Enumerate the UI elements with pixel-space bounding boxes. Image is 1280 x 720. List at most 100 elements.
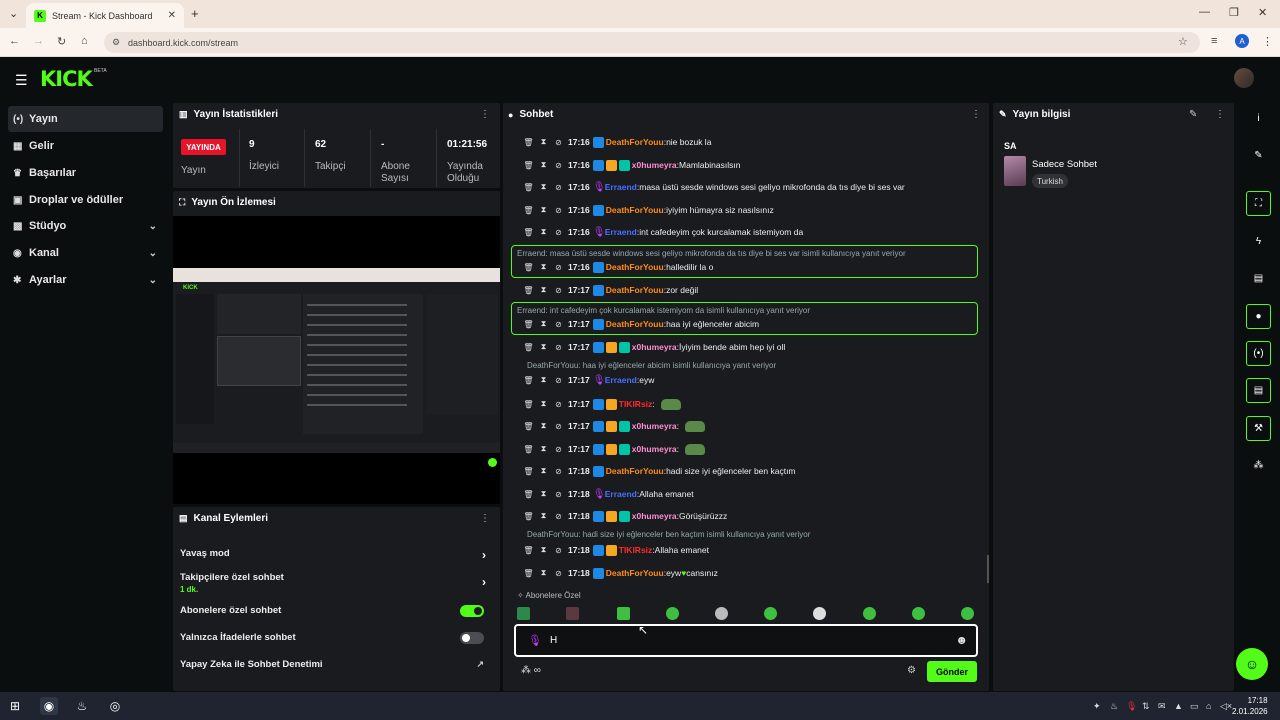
ban-icon[interactable]: ⊘ <box>553 467 564 476</box>
chat-message[interactable]: 🗑 ⧗ ⊘ 17:18 x0humeyra: Görüşürüzzz <box>523 507 983 525</box>
ban-icon[interactable]: ⊘ <box>553 445 564 454</box>
tray-app-icon[interactable]: ✦ <box>1093 701 1101 712</box>
timeout-icon[interactable]: ⧗ <box>538 342 549 352</box>
emote-button[interactable] <box>813 607 826 620</box>
ban-icon[interactable]: ⊘ <box>553 138 564 147</box>
tray-network-icon[interactable]: ⌂ <box>1206 701 1211 711</box>
ai-moderation-row[interactable]: Yapay Zeka ile Sohbet Denetimi ↗ <box>180 659 492 670</box>
timeout-icon[interactable]: ⧗ <box>538 568 549 578</box>
chevron-right-icon[interactable]: › <box>482 548 486 562</box>
chat-settings-icon[interactable]: ⚙ <box>907 665 916 676</box>
emoji-picker-icon[interactable]: ☻ <box>955 633 968 647</box>
url-field[interactable]: ⚙ dashboard.kick.com/stream <box>104 32 1200 53</box>
info-icon[interactable]: i <box>1246 106 1271 131</box>
message-username[interactable]: x0humeyra <box>632 342 677 352</box>
windows-start-icon[interactable]: ⊞ <box>6 697 24 715</box>
maximize-icon[interactable]: ❐ <box>1229 6 1239 19</box>
tray-monitor-icon[interactable]: ▭ <box>1190 701 1199 712</box>
bookmark-star-icon[interactable]: ☆ <box>1178 35 1188 48</box>
profile-avatar[interactable]: A <box>1235 34 1249 48</box>
hamburger-menu-icon[interactable]: ☰ <box>15 72 28 89</box>
ban-icon[interactable]: ⊘ <box>553 422 564 431</box>
tray-steam-icon[interactable]: ♨ <box>1110 701 1118 712</box>
apps-icon[interactable]: ⁂ <box>1246 453 1271 478</box>
message-username[interactable]: Erraend <box>605 227 637 237</box>
message-username[interactable]: Erraend <box>605 489 637 499</box>
message-username[interactable]: DeathForYouu <box>606 137 664 147</box>
ban-icon[interactable]: ⊘ <box>553 512 564 521</box>
emote-button[interactable] <box>566 607 579 620</box>
delete-icon[interactable]: 🗑 <box>523 467 534 476</box>
preview-toggle-icon[interactable]: ⛶ <box>1246 191 1271 216</box>
tray-app-icon[interactable]: ▲ <box>1174 701 1183 711</box>
delete-icon[interactable]: 🗑 <box>523 286 534 295</box>
reload-icon[interactable]: ↻ <box>57 35 66 48</box>
chrome-icon[interactable]: ◉ <box>40 697 58 715</box>
ban-icon[interactable]: ⊘ <box>553 228 564 237</box>
timeout-icon[interactable]: ⧗ <box>538 137 549 147</box>
ban-icon[interactable]: ⊘ <box>553 400 564 409</box>
message-username[interactable]: DeathForYouu <box>606 285 664 295</box>
emote-button[interactable] <box>617 607 630 620</box>
ban-icon[interactable]: ⊘ <box>553 546 564 555</box>
timeout-icon[interactable]: ⧗ <box>538 285 549 295</box>
emote-button[interactable] <box>961 607 974 620</box>
delete-icon[interactable]: 🗑 <box>523 343 534 352</box>
timeout-icon[interactable]: ⧗ <box>538 421 549 431</box>
message-username[interactable]: DeathForYouu <box>606 568 664 578</box>
timeout-icon[interactable]: ⧗ <box>538 227 549 237</box>
message-username[interactable]: DeathForYouu <box>606 319 664 329</box>
timeout-icon[interactable]: ⧗ <box>538 375 549 385</box>
ban-icon[interactable]: ⊘ <box>553 490 564 499</box>
timeout-icon[interactable]: ⧗ <box>538 262 549 272</box>
ban-icon[interactable]: ⊘ <box>553 206 564 215</box>
chevron-right-icon[interactable]: › <box>482 575 486 589</box>
message-username[interactable]: DeathForYouu <box>606 466 664 476</box>
delete-icon[interactable]: 🗑 <box>523 400 534 409</box>
sidebar-item-droplar[interactable]: ▣ Droplar ve ödüller <box>8 187 163 213</box>
delete-icon[interactable]: 🗑 <box>523 512 534 521</box>
message-username[interactable]: DeathForYouu <box>606 262 664 272</box>
edit-icon[interactable]: ✎ <box>1189 109 1197 120</box>
broadcast-toggle-icon[interactable]: (•) <box>1246 341 1271 366</box>
message-username[interactable]: Erraend <box>605 375 637 385</box>
tray-app-icon[interactable]: ✉ <box>1158 701 1166 712</box>
tray-mic-icon[interactable]: 🎙 <box>1126 701 1137 712</box>
wrench-icon[interactable]: ⚒ <box>1246 416 1271 441</box>
timeout-icon[interactable]: ⧗ <box>538 182 549 192</box>
sidebar-item-basarilar[interactable]: ♛ Başarılar <box>8 160 163 186</box>
timeout-icon[interactable]: ⧗ <box>538 466 549 476</box>
chevron-down-icon[interactable]: ⌄ <box>149 221 157 232</box>
message-username[interactable]: x0humeyra <box>632 160 677 170</box>
more-options-icon[interactable]: ⋮ <box>480 513 490 524</box>
new-tab-icon[interactable]: + <box>191 6 199 21</box>
delete-icon[interactable]: 🗑 <box>523 206 534 215</box>
media-control-icon[interactable]: ≡ <box>1211 35 1217 47</box>
emote-button[interactable] <box>764 607 777 620</box>
home-icon[interactable]: ⌂ <box>81 35 88 47</box>
reply-context[interactable]: DeathForYouu: hadi size iyi eğlenceler b… <box>527 530 810 539</box>
delete-icon[interactable]: 🗑 <box>523 422 534 431</box>
external-link-icon[interactable]: ↗ <box>476 659 484 670</box>
back-icon[interactable]: ← <box>9 35 20 47</box>
chat-message[interactable]: 🗑 ⧗ ⊘ 17:17 x0humeyra: <box>523 440 983 458</box>
emote-button[interactable] <box>517 607 530 620</box>
obs-icon[interactable]: ◎ <box>106 697 124 715</box>
ban-icon[interactable]: ⊘ <box>553 569 564 578</box>
message-username[interactable]: x0humeyra <box>632 421 677 431</box>
forward-icon[interactable]: → <box>33 35 44 47</box>
emote-button[interactable] <box>863 607 876 620</box>
document-icon[interactable]: ▤ <box>1246 266 1271 291</box>
message-username[interactable]: Erraend <box>605 182 637 192</box>
delete-icon[interactable]: 🗑 <box>523 161 534 170</box>
delete-icon[interactable]: 🗑 <box>523 228 534 237</box>
message-username[interactable]: TIKIRsiz <box>619 399 653 409</box>
sidebar-item-yayin[interactable]: (•) Yayın <box>8 106 163 132</box>
video-player[interactable]: KICK <box>173 216 500 504</box>
timeout-icon[interactable]: ⧗ <box>538 444 549 454</box>
actions-toggle-icon[interactable]: ▤ <box>1246 378 1271 403</box>
message-username[interactable]: TIKIRsiz <box>619 545 653 555</box>
lightning-icon[interactable]: ϟ <box>1246 229 1271 254</box>
message-username[interactable]: x0humeyra <box>632 444 677 454</box>
ban-icon[interactable]: ⊘ <box>553 376 564 385</box>
